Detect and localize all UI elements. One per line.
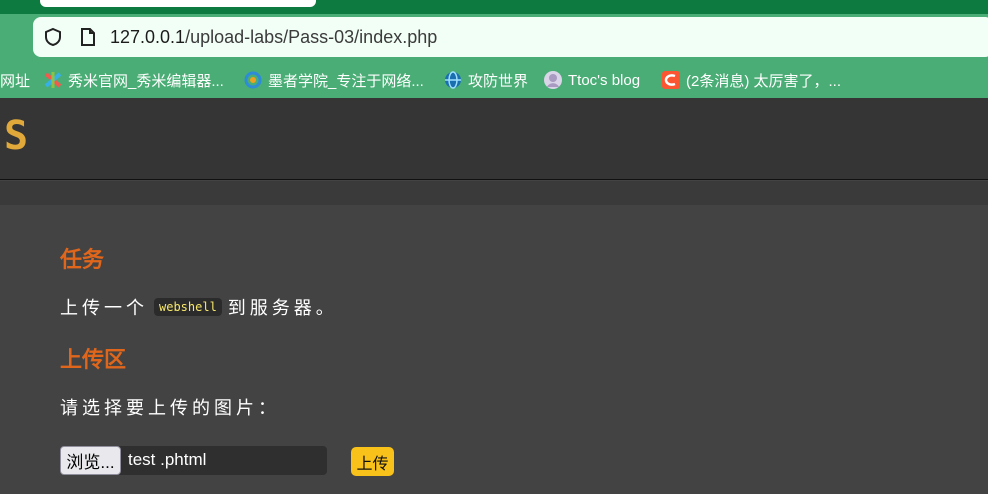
upload-button[interactable]: 上传: [351, 447, 394, 476]
globe-icon: [445, 71, 461, 89]
bookmark-label: 网址: [0, 72, 31, 90]
task-code: webshell: [154, 298, 222, 316]
task-heading: 任务: [60, 247, 105, 272]
bookmark-label: (2条消息) 太厉害了，...: [686, 72, 842, 90]
bookmark-label: 秀米官网_秀米编辑器...: [68, 72, 224, 90]
task-prefix: 上传一个: [60, 298, 148, 318]
address-bar[interactable]: 127.0.0.1/upload-labs/Pass-03/index.php: [33, 17, 988, 57]
task-suffix: 到服务器。: [227, 298, 338, 318]
bookmark-item[interactable]: 攻防世界: [444, 69, 528, 91]
xiumi-icon: [44, 72, 62, 88]
browse-button[interactable]: 浏览...: [60, 446, 121, 475]
choose-prompt: 请选择要上传的图片：: [60, 398, 280, 418]
bookmark-label: 墨者学院_专注于网络...: [268, 72, 424, 90]
url-text[interactable]: 127.0.0.1/upload-labs/Pass-03/index.php: [110, 27, 437, 47]
bookmark-label: 攻防世界: [468, 72, 529, 90]
page-info-icon[interactable]: [80, 27, 96, 47]
site-logo[interactable]: S: [4, 116, 28, 156]
site-header: S: [0, 98, 988, 180]
url-host: 127.0.0.1: [110, 27, 186, 47]
tab-strip: [0, 0, 988, 14]
header-divider: [0, 181, 988, 205]
active-tab[interactable]: [40, 0, 316, 7]
bookmark-item[interactable]: 网址: [0, 69, 30, 91]
selected-file-name: test .phtml: [128, 450, 207, 469]
main-content: 任务 上传一个 webshell 到服务器。 上传区 请选择要上传的图片： 浏览…: [0, 205, 988, 494]
bookmark-item[interactable]: 墨者学院_专注于网络...: [244, 69, 424, 91]
mozhe-icon: [244, 71, 262, 89]
bookmarks-bar: 网址 秀米官网_秀米编辑器... 墨者学院_专注于网络... 攻防世界 Ttoc…: [0, 62, 988, 98]
upload-heading: 上传区: [60, 347, 127, 372]
avatar-icon: [544, 71, 562, 89]
bookmark-item[interactable]: (2条消息) 太厉害了，...: [662, 69, 841, 91]
task-description: 上传一个 webshell 到服务器。: [60, 294, 338, 320]
bookmark-label: Ttoc's blog: [568, 71, 641, 89]
bookmark-item[interactable]: 秀米官网_秀米编辑器...: [44, 69, 224, 91]
shield-icon[interactable]: [43, 27, 63, 47]
url-path: /upload-labs/Pass-03/index.php: [185, 27, 438, 47]
bookmark-item[interactable]: Ttoc's blog: [544, 69, 640, 91]
browser-toolbar: 127.0.0.1/upload-labs/Pass-03/index.php: [0, 14, 988, 62]
file-input[interactable]: 浏览... test .phtml: [60, 446, 327, 475]
csdn-icon: [662, 71, 680, 89]
